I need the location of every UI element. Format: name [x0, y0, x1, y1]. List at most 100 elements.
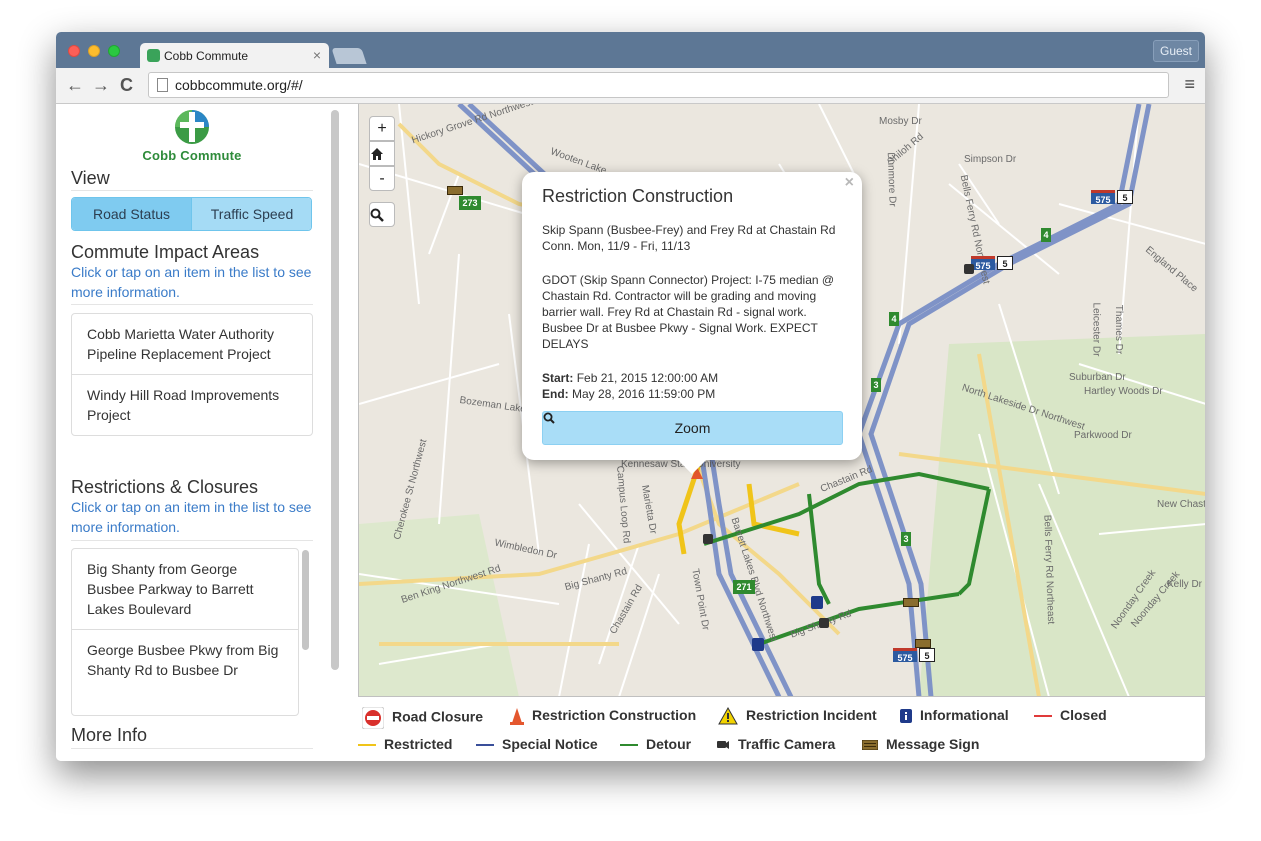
browser-toolbar: ← → C cobbcommute.org/#/ ≡	[56, 68, 1205, 104]
traffic-camera-icon[interactable]	[964, 264, 974, 274]
message-sign-icon[interactable]	[903, 598, 919, 607]
list-item[interactable]: George Busbee Pkwy from Big Shanty Rd to…	[72, 630, 298, 690]
map-label: New Chastain Rd	[1157, 499, 1205, 510]
legend-label: Restricted	[384, 736, 453, 752]
popup-end: End: May 28, 2016 11:59:00 PM	[542, 386, 847, 402]
tab-title: Cobb Commute	[164, 49, 249, 63]
tab-close-icon[interactable]: ×	[313, 47, 321, 63]
popup-summary: Skip Spann (Busbee-Frey) and Frey Rd at …	[542, 223, 836, 253]
guest-profile-button[interactable]: Guest	[1153, 40, 1199, 62]
forward-arrow-icon[interactable]: →	[92, 74, 110, 96]
legend-label: Traffic Camera	[738, 736, 836, 752]
end-label: End:	[542, 387, 569, 401]
route-shield: 5	[919, 648, 935, 662]
legend-restricted: Restricted	[358, 736, 452, 752]
legend-label: Road Closure	[392, 708, 484, 725]
popup-start: Start: Feb 21, 2015 12:00:00 AM	[542, 370, 847, 386]
zoom-in-button[interactable]: +	[369, 116, 395, 141]
informational-icon	[900, 709, 912, 724]
legend-label: Restriction Incident	[746, 707, 877, 723]
exit-shield: 4	[889, 312, 899, 326]
traffic-camera-icon[interactable]	[819, 618, 829, 628]
popup-close-icon[interactable]: ×	[845, 174, 854, 192]
info-popup: × Restriction Construction Skip Spann (B…	[522, 172, 862, 475]
impact-areas-list: Cobb Marietta Water Authority Pipeline R…	[71, 313, 313, 436]
map-label: Thames Dr	[1113, 304, 1125, 355]
message-sign-icon[interactable]	[915, 639, 931, 648]
close-window-button[interactable]	[68, 45, 80, 57]
divider	[71, 190, 313, 191]
search-icon	[370, 208, 384, 222]
zoom-label: Zoom	[674, 420, 711, 436]
maximize-window-button[interactable]	[108, 45, 120, 57]
search-icon	[543, 412, 555, 424]
list-item[interactable]: Big Shanty from George Busbee Parkway to…	[72, 549, 298, 630]
interstate-shield: 575	[1091, 190, 1115, 205]
legend-label: Restriction Construction	[532, 707, 697, 723]
popup-zoom-button[interactable]: Zoom	[542, 411, 843, 445]
legend-closed: Closed	[1034, 707, 1107, 723]
more-info-heading: More Info	[71, 725, 148, 745]
informational-icon[interactable]	[811, 596, 823, 609]
map-label: Hartley Woods Dr	[1084, 386, 1163, 397]
legend-informational: Informational	[900, 707, 1009, 724]
detour-line-icon	[620, 744, 638, 747]
home-icon	[371, 148, 383, 160]
map-label: Dunmore Dr	[884, 152, 898, 207]
popup-description: GDOT (Skip Spann Connector) Project: I-7…	[542, 273, 835, 351]
message-sign-icon	[862, 740, 878, 751]
map-label: Simpson Dr	[964, 154, 1017, 165]
home-button[interactable]	[369, 141, 395, 166]
legend-detour: Detour	[620, 736, 691, 752]
legend-label: Informational	[920, 707, 1009, 723]
browser-window: Cobb Commute × Guest ← → C cobbcommute.o…	[56, 32, 1205, 761]
browser-tab[interactable]: Cobb Commute ×	[140, 43, 329, 69]
sidebar-scrollbar[interactable]	[331, 110, 339, 670]
view-toggle: Road Status Traffic Speed	[71, 197, 312, 231]
minimize-window-button[interactable]	[88, 45, 100, 57]
road-status-button[interactable]: Road Status	[72, 198, 192, 230]
message-sign-icon[interactable]	[447, 186, 463, 195]
informational-icon[interactable]	[752, 638, 764, 651]
exit-shield: 3	[901, 532, 911, 546]
traffic-speed-button[interactable]: Traffic Speed	[192, 198, 311, 230]
address-bar[interactable]: cobbcommute.org/#/	[148, 72, 1169, 98]
restrictions-scrollbar[interactable]	[302, 550, 309, 650]
closed-line-icon	[1034, 715, 1052, 718]
back-arrow-icon[interactable]: ←	[66, 74, 84, 96]
restricted-line-icon	[358, 744, 376, 747]
route-shield: 5	[997, 256, 1013, 270]
interstate-shield: 575	[971, 256, 995, 271]
incident-warning-icon	[718, 707, 738, 725]
interstate-shield: 575	[893, 648, 917, 663]
divider	[71, 304, 313, 305]
new-tab-button[interactable]	[331, 48, 367, 64]
start-value: Feb 21, 2015 12:00:00 AM	[576, 371, 719, 385]
map-view[interactable]: Hickory Grove Rd Northwest Wooten Lake M…	[358, 104, 1205, 697]
legend-label: Closed	[1060, 707, 1107, 723]
logo-mark-icon	[175, 110, 209, 144]
legend-special-notice: Special Notice	[476, 736, 598, 752]
legend-restriction-construction: Restriction Construction	[510, 707, 697, 726]
cobb-commute-logo[interactable]: Cobb Commute	[142, 108, 242, 164]
url-text[interactable]: cobbcommute.org/#/	[175, 77, 303, 93]
page-content: Cobb Commute View Road Status Traffic Sp…	[56, 104, 1205, 761]
map-label: Leicester Dr	[1090, 302, 1102, 357]
list-item[interactable]: Cobb Marietta Water Authority Pipeline R…	[72, 314, 312, 375]
traffic-camera-icon[interactable]	[703, 534, 713, 544]
exit-shield: 4	[1041, 228, 1051, 242]
route-shield: 5	[1117, 190, 1133, 204]
route-shield: 273	[459, 196, 481, 210]
list-item[interactable]: Windy Hill Road Improvements Project	[72, 375, 312, 435]
zoom-out-button[interactable]: -	[369, 166, 395, 191]
legend-message-sign: Message Sign	[862, 736, 979, 752]
construction-cone-icon	[510, 708, 524, 726]
impact-areas-note: Click or tap on an item in the list to s…	[71, 264, 312, 300]
reload-icon[interactable]: C	[120, 74, 133, 96]
restrictions-note: Click or tap on an item in the list to s…	[71, 499, 312, 535]
browser-menu-icon[interactable]: ≡	[1184, 75, 1195, 93]
restrictions-heading: Restrictions & Closures	[71, 477, 259, 497]
popup-title: Restriction Construction	[542, 186, 734, 206]
impact-areas-heading: Commute Impact Areas	[71, 242, 260, 262]
search-button[interactable]	[369, 202, 395, 227]
